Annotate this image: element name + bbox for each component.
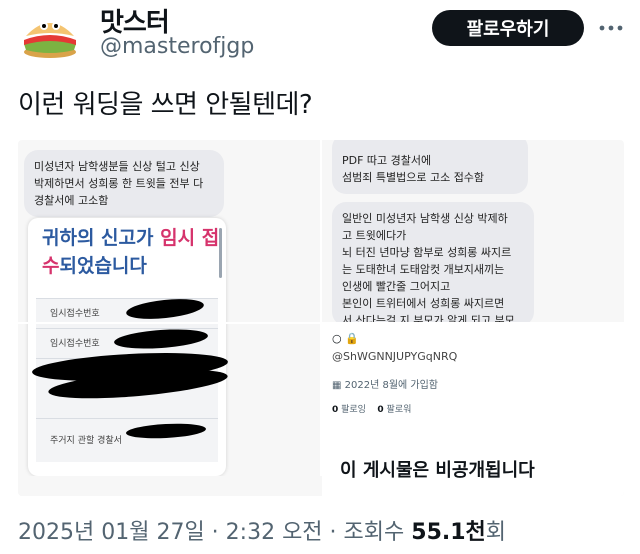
more-horizontal-icon[interactable] bbox=[596, 14, 626, 42]
profile-joined-text: 2022년 8월에 가입함 bbox=[344, 380, 439, 391]
followers-label: 팔로워 bbox=[383, 405, 412, 415]
dialog-title: 귀하의 신고가 임시 접수되었습니다 bbox=[42, 224, 222, 280]
calendar-icon: ▦ bbox=[332, 380, 345, 391]
bubble-line: 인생에 빨간줄 그어지고 bbox=[342, 280, 451, 293]
dialog-title-part: 되었습니다 bbox=[59, 255, 147, 277]
bubble-line: 섬범죄 특별법으로 고소 접수함 bbox=[342, 171, 485, 184]
profile-handle: @ShWGNNJUPYGqNRQ bbox=[332, 350, 458, 363]
views-label: 조회수 bbox=[343, 520, 412, 545]
bubble-line: 는 도태한녀 도태암컷 개보지새끼는 bbox=[342, 263, 505, 276]
tweet-date[interactable]: 2025년 01월 27일 bbox=[18, 520, 205, 545]
chat-bubble-left: 미성년자 남학생분들 신상 털고 신상 박제하면서 성희롱 한 트윗들 전부 다… bbox=[24, 150, 224, 217]
following-label: 팔로잉 bbox=[338, 405, 366, 415]
bubble-line: 박제하면서 성희롱 한 트윗들 전부 다 bbox=[34, 177, 204, 190]
chat-bubble-right: 일반인 미성년자 남학생 신상 박제하 고 트윗에다가 뇌 터진 년마냥 함부로… bbox=[332, 202, 534, 327]
bubble-line: 경찰서에 고소함 bbox=[34, 194, 109, 207]
bubble-line: 고 트윗에다가 bbox=[342, 229, 407, 242]
tweet-time[interactable]: 2:32 오전 bbox=[226, 520, 323, 545]
views-count: 55.1천 bbox=[411, 520, 486, 545]
sandwich-avatar-icon[interactable] bbox=[18, 6, 82, 60]
bubble-line: PDF 따고 경찰서에 bbox=[342, 154, 432, 167]
bubble-line: 뇌 터진 년마냥 함부로 성희롱 싸지르 bbox=[342, 246, 512, 259]
follow-button[interactable]: 팔로우하기 bbox=[432, 10, 584, 46]
bubble-line: 본인이 트위터에서 성희롱 싸지르면 bbox=[342, 297, 505, 310]
author-handle[interactable]: @masterofjgp bbox=[100, 34, 254, 59]
dialog-title-part: 귀하의 신고가 bbox=[42, 227, 161, 249]
tweet-media-image[interactable]: 미성년자 남학생분들 신상 털고 신상 박제하면서 성희롱 한 트윗들 전부 다… bbox=[18, 140, 624, 496]
private-notice: 이 게시물은 비공개됩니다 bbox=[340, 460, 535, 481]
dialog-title-highlight: 임시 접 bbox=[160, 227, 220, 249]
meta-separator: · bbox=[204, 520, 226, 545]
tweet-text: 이런 워딩을 쓰면 안될텐데? bbox=[18, 90, 313, 120]
dialog-scrollbar[interactable] bbox=[219, 228, 222, 278]
profile-panel: ○ 🔒 @ShWGNNJUPYGqNRQ ▦ 2022년 8월에 가입함 0 팔… bbox=[322, 324, 624, 496]
dialog-title-highlight: 수 bbox=[42, 255, 60, 277]
bubble-line: 일반인 미성년자 남학생 신상 박제하 bbox=[342, 212, 508, 225]
chat-bubble-right-top: PDF 따고 경찰서에 섬범죄 특별법으로 고소 접수함 bbox=[332, 140, 528, 194]
meta-separator: · bbox=[322, 520, 344, 545]
profile-follow-counts: 0 팔로잉 0 팔로워 bbox=[332, 402, 411, 415]
tweet-meta: 2025년 01월 27일 · 2:32 오전 · 조회수 55.1천회 bbox=[18, 514, 506, 546]
profile-joined: ▦ 2022년 8월에 가입함 bbox=[332, 376, 438, 391]
bubble-line: 미성년자 남학생분들 신상 털고 신상 bbox=[34, 160, 200, 173]
profile-lock-icon: ○ 🔒 bbox=[332, 332, 359, 345]
views-suffix: 회 bbox=[485, 520, 507, 545]
